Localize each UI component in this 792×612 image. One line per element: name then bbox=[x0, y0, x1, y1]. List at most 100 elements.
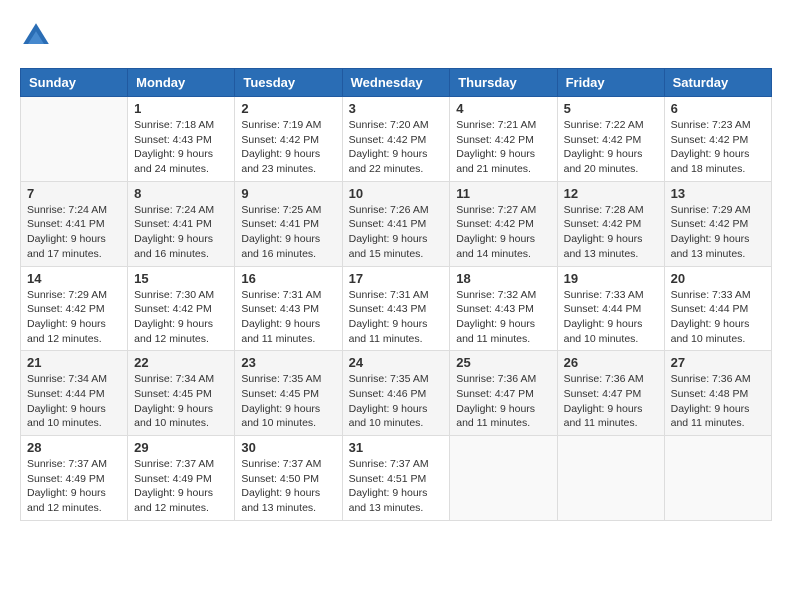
day-info: Sunrise: 7:34 AMSunset: 4:45 PMDaylight:… bbox=[134, 372, 228, 431]
day-number: 25 bbox=[456, 355, 550, 370]
calendar-cell: 1 Sunrise: 7:18 AMSunset: 4:43 PMDaylight… bbox=[128, 97, 235, 182]
day-info: Sunrise: 7:33 AMSunset: 4:44 PMDaylight:… bbox=[671, 288, 765, 347]
calendar-cell: 12Sunrise: 7:28 AMSunset: 4:42 PMDayligh… bbox=[557, 181, 664, 266]
day-info: Sunrise: 7:37 AMSunset: 4:49 PMDaylight:… bbox=[134, 457, 228, 516]
calendar-cell: 5Sunrise: 7:22 AMSunset: 4:42 PMDaylight… bbox=[557, 97, 664, 182]
calendar-cell: 17 Sunrise: 7:31 AMSunset: 4:43 PMDayligh… bbox=[342, 266, 450, 351]
calendar-week-row: 7 Sunrise: 7:24 AMSunset: 4:41 PMDaylight… bbox=[21, 181, 772, 266]
day-info: Sunrise: 7:30 AMSunset: 4:42 PMDaylight:… bbox=[134, 288, 228, 347]
day-info: Sunrise: 7:36 AMSunset: 4:47 PMDaylight:… bbox=[564, 372, 658, 431]
day-number: 4 bbox=[456, 101, 550, 116]
day-info: Sunrise: 7:25 AMSunset: 4:41 PMDaylight:… bbox=[241, 203, 335, 262]
day-number: 10 bbox=[349, 186, 444, 201]
calendar-cell bbox=[450, 436, 557, 521]
calendar-week-row: 1 Sunrise: 7:18 AMSunset: 4:43 PMDaylight… bbox=[21, 97, 772, 182]
calendar-cell: 2 Sunrise: 7:19 AMSunset: 4:42 PMDaylight… bbox=[235, 97, 342, 182]
calendar-cell: 6 Sunrise: 7:23 AMSunset: 4:42 PMDaylight… bbox=[664, 97, 771, 182]
day-number: 30 bbox=[241, 440, 335, 455]
calendar-cell: 16Sunrise: 7:31 AMSunset: 4:43 PMDayligh… bbox=[235, 266, 342, 351]
day-info: Sunrise: 7:34 AMSunset: 4:44 PMDaylight:… bbox=[27, 372, 121, 431]
day-number: 2 bbox=[241, 101, 335, 116]
day-info: Sunrise: 7:31 AMSunset: 4:43 PMDaylight:… bbox=[349, 288, 444, 347]
weekday-header-tuesday: Tuesday bbox=[235, 69, 342, 97]
calendar-cell: 11Sunrise: 7:27 AMSunset: 4:42 PMDayligh… bbox=[450, 181, 557, 266]
day-info: Sunrise: 7:36 AMSunset: 4:47 PMDaylight:… bbox=[456, 372, 550, 431]
calendar-cell: 18 Sunrise: 7:32 AMSunset: 4:43 PMDayligh… bbox=[450, 266, 557, 351]
calendar-week-row: 14 Sunrise: 7:29 AMSunset: 4:42 PMDayligh… bbox=[21, 266, 772, 351]
weekday-header-monday: Monday bbox=[128, 69, 235, 97]
calendar-cell: 13Sunrise: 7:29 AMSunset: 4:42 PMDayligh… bbox=[664, 181, 771, 266]
day-info: Sunrise: 7:37 AMSunset: 4:49 PMDaylight:… bbox=[27, 457, 121, 516]
day-number: 29 bbox=[134, 440, 228, 455]
day-number: 7 bbox=[27, 186, 121, 201]
calendar-cell bbox=[664, 436, 771, 521]
day-number: 27 bbox=[671, 355, 765, 370]
day-info: Sunrise: 7:20 AMSunset: 4:42 PMDaylight:… bbox=[349, 118, 444, 177]
day-info: Sunrise: 7:37 AMSunset: 4:51 PMDaylight:… bbox=[349, 457, 444, 516]
weekday-header-thursday: Thursday bbox=[450, 69, 557, 97]
calendar-cell: 24 Sunrise: 7:35 AMSunset: 4:46 PMDayligh… bbox=[342, 351, 450, 436]
day-info: Sunrise: 7:33 AMSunset: 4:44 PMDaylight:… bbox=[564, 288, 658, 347]
day-number: 17 bbox=[349, 271, 444, 286]
day-info: Sunrise: 7:23 AMSunset: 4:42 PMDaylight:… bbox=[671, 118, 765, 177]
calendar-cell bbox=[21, 97, 128, 182]
day-number: 16 bbox=[241, 271, 335, 286]
calendar-week-row: 21 Sunrise: 7:34 AMSunset: 4:44 PMDayligh… bbox=[21, 351, 772, 436]
day-info: Sunrise: 7:35 AMSunset: 4:45 PMDaylight:… bbox=[241, 372, 335, 431]
day-info: Sunrise: 7:36 AMSunset: 4:48 PMDaylight:… bbox=[671, 372, 765, 431]
calendar-cell: 14 Sunrise: 7:29 AMSunset: 4:42 PMDayligh… bbox=[21, 266, 128, 351]
day-number: 24 bbox=[349, 355, 444, 370]
calendar-cell: 27 Sunrise: 7:36 AMSunset: 4:48 PMDayligh… bbox=[664, 351, 771, 436]
day-number: 28 bbox=[27, 440, 121, 455]
calendar-cell: 9Sunrise: 7:25 AMSunset: 4:41 PMDaylight… bbox=[235, 181, 342, 266]
day-number: 22 bbox=[134, 355, 228, 370]
calendar-cell: 3 Sunrise: 7:20 AMSunset: 4:42 PMDaylight… bbox=[342, 97, 450, 182]
day-number: 18 bbox=[456, 271, 550, 286]
day-info: Sunrise: 7:37 AMSunset: 4:50 PMDaylight:… bbox=[241, 457, 335, 516]
day-number: 6 bbox=[671, 101, 765, 116]
day-info: Sunrise: 7:35 AMSunset: 4:46 PMDaylight:… bbox=[349, 372, 444, 431]
page-header bbox=[20, 20, 772, 52]
day-number: 21 bbox=[27, 355, 121, 370]
day-number: 3 bbox=[349, 101, 444, 116]
day-info: Sunrise: 7:18 AMSunset: 4:43 PMDaylight:… bbox=[134, 118, 228, 177]
day-number: 26 bbox=[564, 355, 658, 370]
calendar-cell bbox=[557, 436, 664, 521]
day-info: Sunrise: 7:24 AMSunset: 4:41 PMDaylight:… bbox=[134, 203, 228, 262]
calendar-week-row: 28 Sunrise: 7:37 AMSunset: 4:49 PMDayligh… bbox=[21, 436, 772, 521]
day-number: 20 bbox=[671, 271, 765, 286]
calendar-cell: 8 Sunrise: 7:24 AMSunset: 4:41 PMDaylight… bbox=[128, 181, 235, 266]
day-info: Sunrise: 7:24 AMSunset: 4:41 PMDaylight:… bbox=[27, 203, 121, 262]
day-info: Sunrise: 7:26 AMSunset: 4:41 PMDaylight:… bbox=[349, 203, 444, 262]
calendar-cell: 28 Sunrise: 7:37 AMSunset: 4:49 PMDayligh… bbox=[21, 436, 128, 521]
day-number: 15 bbox=[134, 271, 228, 286]
logo-icon bbox=[20, 20, 52, 52]
calendar-cell: 23 Sunrise: 7:35 AMSunset: 4:45 PMDayligh… bbox=[235, 351, 342, 436]
day-info: Sunrise: 7:21 AMSunset: 4:42 PMDaylight:… bbox=[456, 118, 550, 177]
day-number: 23 bbox=[241, 355, 335, 370]
day-info: Sunrise: 7:32 AMSunset: 4:43 PMDaylight:… bbox=[456, 288, 550, 347]
calendar-cell: 31 Sunrise: 7:37 AMSunset: 4:51 PMDayligh… bbox=[342, 436, 450, 521]
day-number: 14 bbox=[27, 271, 121, 286]
day-number: 31 bbox=[349, 440, 444, 455]
calendar-cell: 22 Sunrise: 7:34 AMSunset: 4:45 PMDayligh… bbox=[128, 351, 235, 436]
day-number: 13 bbox=[671, 186, 765, 201]
weekday-header-saturday: Saturday bbox=[664, 69, 771, 97]
day-info: Sunrise: 7:19 AMSunset: 4:42 PMDaylight:… bbox=[241, 118, 335, 177]
logo bbox=[20, 20, 56, 52]
calendar-cell: 21 Sunrise: 7:34 AMSunset: 4:44 PMDayligh… bbox=[21, 351, 128, 436]
day-number: 8 bbox=[134, 186, 228, 201]
calendar-cell: 20 Sunrise: 7:33 AMSunset: 4:44 PMDayligh… bbox=[664, 266, 771, 351]
day-number: 19 bbox=[564, 271, 658, 286]
weekday-header-sunday: Sunday bbox=[21, 69, 128, 97]
day-number: 12 bbox=[564, 186, 658, 201]
calendar-cell: 26 Sunrise: 7:36 AMSunset: 4:47 PMDayligh… bbox=[557, 351, 664, 436]
day-info: Sunrise: 7:29 AMSunset: 4:42 PMDaylight:… bbox=[27, 288, 121, 347]
calendar-header-row: SundayMondayTuesdayWednesdayThursdayFrid… bbox=[21, 69, 772, 97]
calendar-cell: 19 Sunrise: 7:33 AMSunset: 4:44 PMDayligh… bbox=[557, 266, 664, 351]
day-number: 5 bbox=[564, 101, 658, 116]
day-number: 11 bbox=[456, 186, 550, 201]
weekday-header-wednesday: Wednesday bbox=[342, 69, 450, 97]
calendar-cell: 15 Sunrise: 7:30 AMSunset: 4:42 PMDayligh… bbox=[128, 266, 235, 351]
day-number: 1 bbox=[134, 101, 228, 116]
